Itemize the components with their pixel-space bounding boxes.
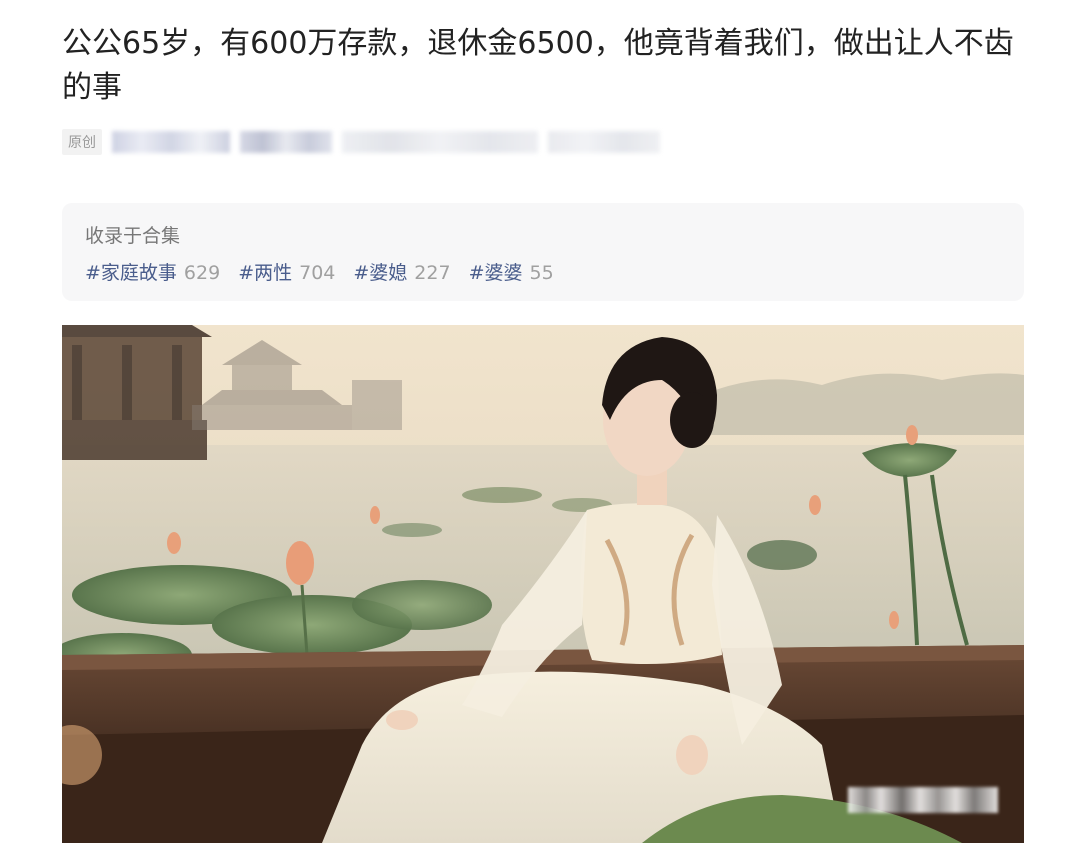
collection-heading: 收录于合集	[85, 225, 181, 247]
article-page: 公公65岁，有600万存款，退休金6500，他竟背着我们，做出让人不齿的事 原创…	[0, 0, 1080, 866]
hero-image[interactable]	[62, 325, 1024, 843]
collection-tag[interactable]: #婆婆 55	[469, 258, 554, 285]
account-name-blurred[interactable]	[240, 131, 332, 153]
collection-tag[interactable]: #家庭故事 629	[85, 258, 220, 285]
collection-box: 收录于合集 #家庭故事 629 #两性 704 #婆媳 227 #婆婆 55	[62, 203, 1024, 301]
original-badge: 原创	[62, 129, 102, 155]
collection-tag-name[interactable]: #婆婆	[469, 258, 523, 285]
collection-tag[interactable]: #婆媳 227	[353, 258, 450, 285]
location-blurred	[548, 131, 660, 153]
publish-info-blurred	[342, 131, 538, 153]
collection-tag-name[interactable]: #两性	[238, 258, 292, 285]
author-name-blurred[interactable]	[112, 131, 230, 153]
article-title: 公公65岁，有600万存款，退休金6500，他竟背着我们，做出让人不齿的事	[62, 26, 1014, 105]
collection-tag-count: 704	[299, 262, 336, 284]
hero-illustration	[62, 325, 1024, 843]
collection-tag-name[interactable]: #婆媳	[353, 258, 407, 285]
collection-tag[interactable]: #两性 704	[238, 258, 335, 285]
collection-tag-name[interactable]: #家庭故事	[85, 258, 177, 285]
collection-tag-count: 55	[529, 262, 554, 284]
collection-tag-count: 629	[183, 262, 221, 284]
collection-tag-count: 227	[414, 262, 451, 284]
image-watermark-blurred	[848, 787, 998, 813]
article-meta: 原创	[62, 128, 670, 156]
collection-tag-list: #家庭故事 629 #两性 704 #婆媳 227 #婆婆 55	[85, 258, 572, 285]
